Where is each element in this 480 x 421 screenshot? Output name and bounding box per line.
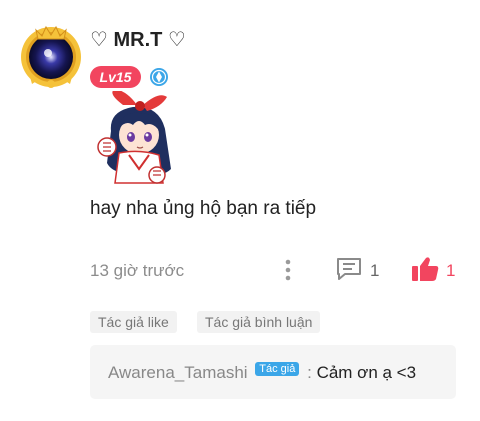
- author-badge: Tác giả: [255, 362, 300, 376]
- avatar-frame-icon: [21, 25, 81, 88]
- level-badge: Lv15: [90, 66, 141, 88]
- reply-count: 1: [370, 261, 380, 280]
- verified-icon: [149, 67, 169, 87]
- reply-icon[interactable]: [335, 256, 363, 282]
- comment-timestamp: 13 giờ trước: [90, 261, 185, 280]
- like-count: 1: [446, 261, 456, 280]
- reply-text: Cảm ơn ạ <3: [316, 363, 417, 382]
- sticker-image: [93, 89, 185, 186]
- reply-line: Awarena_Tamashi Tác giả : Cảm ơn ạ <3: [108, 362, 416, 383]
- thumbs-up-icon[interactable]: [410, 255, 440, 283]
- comment-text: hay nha ủng hộ bạn ra tiếp: [90, 198, 317, 219]
- user-avatar[interactable]: [18, 22, 84, 88]
- author-commented-tag: Tác giả bình luận: [197, 311, 321, 333]
- username[interactable]: ♡ MR.T ♡: [90, 27, 186, 52]
- author-reply-box[interactable]: Awarena_Tamashi Tác giả : Cảm ơn ạ <3: [90, 345, 456, 399]
- reply-username[interactable]: Awarena_Tamashi: [108, 363, 248, 382]
- more-icon[interactable]: [280, 258, 296, 282]
- author-like-tag: Tác giả like: [90, 311, 177, 333]
- reply-separator: :: [307, 363, 312, 382]
